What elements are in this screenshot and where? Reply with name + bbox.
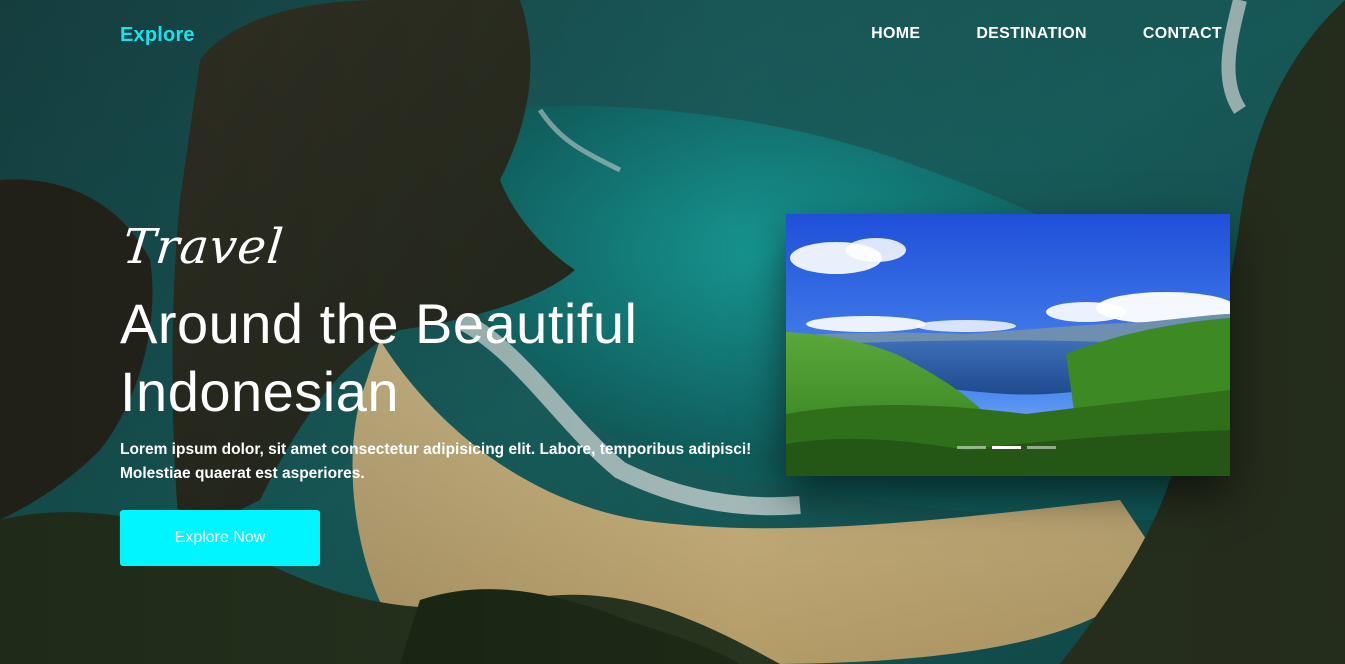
slider-dot-1[interactable] [957,446,986,449]
slider-dot-2[interactable] [992,446,1021,449]
nav-link-contact[interactable]: CONTACT [1143,25,1222,42]
slider-dot-3[interactable] [1027,446,1056,449]
top-navbar: Explore HOME DESTINATION CONTACT [0,0,1345,72]
hero-headline-line-1: Around the Beautiful [120,292,638,355]
hero-headline: Around the Beautiful Indonesian [120,290,760,426]
nav-item-home: HOME [871,25,920,43]
hero-eyebrow: Travel [120,219,287,275]
nav-item-destination: DESTINATION [976,25,1087,43]
hero-description: Lorem ipsum dolor, sit amet consectetur … [120,441,752,482]
nav-link-home[interactable]: HOME [871,25,920,42]
nav-links: HOME DESTINATION CONTACT [871,25,1222,43]
nav-link-destination[interactable]: DESTINATION [976,25,1087,42]
destination-slider [786,214,1230,476]
brand-logo[interactable]: Explore [120,24,195,47]
hero-headline-line-2: Indonesian [120,360,400,423]
hero-content: Travel Around the Beautiful Indonesian L… [120,218,760,566]
slider-pagination [957,446,1056,449]
explore-now-button[interactable]: Explore Now [120,510,320,566]
slide-image-lake [786,214,1230,476]
nav-item-contact: CONTACT [1143,25,1222,43]
